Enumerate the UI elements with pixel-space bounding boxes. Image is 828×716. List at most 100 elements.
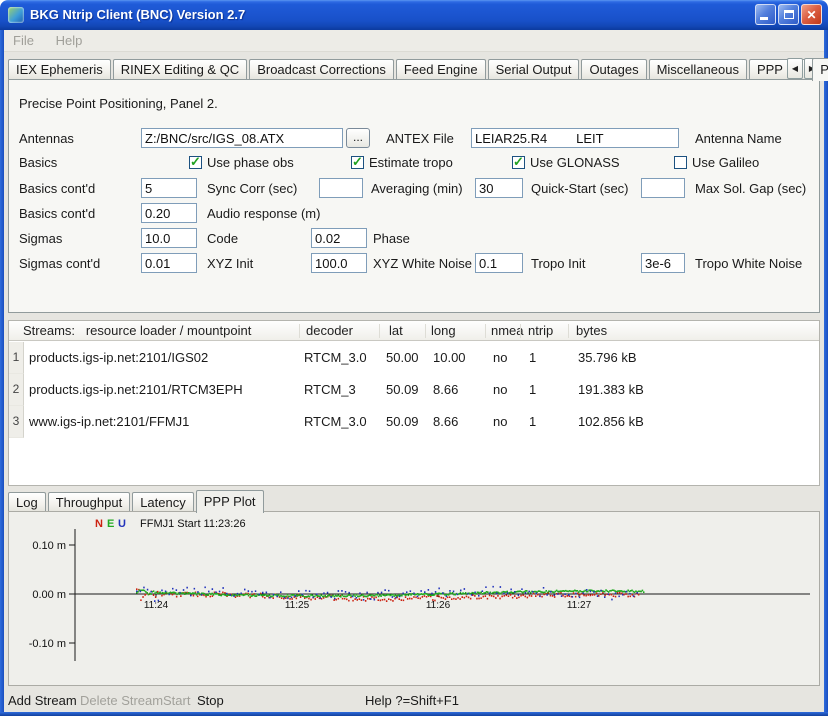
tab-miscellaneous[interactable]: Miscellaneous — [649, 59, 747, 80]
tab-serial-output[interactable]: Serial Output — [488, 59, 580, 80]
menubar: File Help — [4, 30, 824, 52]
tab-rinex-ephemeris[interactable]: IEX Ephemeris — [8, 59, 111, 80]
x-tick-label: 11:25 — [285, 600, 310, 611]
col-header-lat: lat — [389, 323, 403, 338]
max-sol-gap-label: Max Sol. Gap (sec) — [695, 181, 806, 196]
antenna-name-input[interactable] — [471, 128, 679, 148]
audio-response-label: Audio response (m) — [207, 206, 320, 221]
averaging-input[interactable] — [319, 178, 363, 198]
antex-path-input[interactable] — [141, 128, 343, 148]
basics-contd-label: Basics cont'd — [19, 181, 95, 196]
sigmas-label: Sigmas — [19, 231, 62, 246]
stream-row[interactable]: 1 products.igs-ip.net:2101/IGS02 RTCM_3.… — [9, 342, 819, 374]
left-arrow-icon: ◀ — [792, 64, 798, 73]
tab-broadcast-corrections[interactable]: Broadcast Corrections — [249, 59, 394, 80]
ppp-plot-canvas: 0.10 m 0.00 m -0.10 m 11:24 11:25 11:26 … — [9, 512, 819, 685]
menu-file[interactable]: File — [4, 30, 43, 51]
window-title: BKG Ntrip Client (BNC) Version 2.7 — [30, 7, 245, 22]
bottom-tabbar: Log Throughput Latency PPP Plot — [8, 490, 266, 512]
column-separator — [379, 324, 380, 338]
add-stream-button[interactable]: Add Stream — [8, 693, 77, 708]
window-border-right — [824, 28, 828, 716]
sigma-code-input[interactable] — [141, 228, 197, 248]
x-tick-label: 11:27 — [567, 600, 592, 611]
cell-mountpoint: products.igs-ip.net:2101/RTCM3EPH — [29, 374, 243, 406]
estimate-tropo-checkbox[interactable] — [351, 156, 364, 169]
stream-row[interactable]: 3 www.igs-ip.net:2101/FFMJ1 RTCM_3.0 50.… — [9, 406, 819, 438]
start-button[interactable]: Start — [163, 693, 190, 708]
row-number: 1 — [9, 342, 24, 374]
cell-lat: 50.09 — [386, 374, 419, 406]
tropo-init-input[interactable] — [475, 253, 523, 273]
delete-stream-button[interactable]: Delete Stream — [80, 693, 163, 708]
tab-rinex-editing-qc[interactable]: RINEX Editing & QC — [113, 59, 248, 80]
tab-log[interactable]: Log — [8, 492, 46, 512]
col-header-nmea: nmea — [491, 323, 524, 338]
tab-latency[interactable]: Latency — [132, 492, 194, 512]
tab-ppp-2[interactable]: PPP (2) — [812, 58, 828, 81]
col-header-decoder: decoder — [306, 323, 353, 338]
cell-long: 10.00 — [433, 342, 466, 374]
cell-bytes: 191.383 kB — [578, 374, 644, 406]
column-separator — [485, 324, 486, 338]
cell-ntrip: 1 — [529, 342, 536, 374]
close-button[interactable]: ✕ — [801, 4, 822, 25]
cell-decoder: RTCM_3.0 — [304, 342, 367, 374]
tab-feed-engine[interactable]: Feed Engine — [396, 59, 486, 80]
xyz-init-label: XYZ Init — [207, 256, 253, 271]
audio-response-input[interactable] — [141, 203, 197, 223]
sync-corr-input[interactable] — [141, 178, 197, 198]
maximize-button[interactable] — [778, 4, 799, 25]
cell-mountpoint: www.igs-ip.net:2101/FFMJ1 — [29, 406, 189, 438]
y-tick-label: 0.10 m — [32, 540, 66, 552]
quick-start-input[interactable] — [475, 178, 523, 198]
cell-nmea: no — [493, 374, 507, 406]
max-sol-gap-input[interactable] — [641, 178, 685, 198]
use-galileo-checkbox[interactable] — [674, 156, 687, 169]
menu-help[interactable]: Help — [47, 30, 92, 51]
tropo-white-noise-label: Tropo White Noise — [695, 256, 802, 271]
sigma-code-label: Code — [207, 231, 238, 246]
sigma-phase-input[interactable] — [311, 228, 367, 248]
averaging-label: Averaging (min) — [371, 181, 463, 196]
tab-outages[interactable]: Outages — [581, 59, 646, 80]
minimize-icon — [760, 17, 768, 20]
window-border-left — [0, 28, 4, 716]
tropo-white-noise-input[interactable] — [641, 253, 685, 273]
antex-browse-button[interactable]: ... — [346, 128, 370, 148]
streams-table-header: Streams: resource loader / mountpoint de… — [9, 321, 819, 341]
streams-table: Streams: resource loader / mountpoint de… — [8, 320, 820, 486]
tab-ppp-plot[interactable]: PPP Plot — [196, 490, 264, 513]
cell-bytes: 102.856 kB — [578, 406, 644, 438]
xyz-white-noise-input[interactable] — [311, 253, 367, 273]
cell-lat: 50.09 — [386, 406, 419, 438]
use-phase-obs-checkbox[interactable] — [189, 156, 202, 169]
sigmas-contd-label: Sigmas cont'd — [19, 256, 100, 271]
titlebar[interactable]: BKG Ntrip Client (BNC) Version 2.7 ✕ — [0, 0, 828, 30]
sigma-phase-label: Phase — [373, 231, 410, 246]
xyz-white-noise-label: XYZ White Noise — [373, 256, 472, 271]
cell-decoder: RTCM_3 — [304, 374, 356, 406]
cell-nmea: no — [493, 342, 507, 374]
stop-button[interactable]: Stop — [197, 693, 224, 708]
close-icon: ✕ — [806, 9, 816, 21]
panel-caption: Precise Point Positioning, Panel 2. — [19, 96, 218, 111]
use-phase-obs-label: Use phase obs — [207, 155, 294, 170]
ppp2-panel: Precise Point Positioning, Panel 2. Ante… — [8, 79, 820, 313]
cell-long: 8.66 — [433, 406, 458, 438]
tab-throughput[interactable]: Throughput — [48, 492, 131, 512]
x-tick-label: 11:26 — [426, 600, 451, 611]
ppp-plot-panel: N E U FFMJ1 Start 11:23:26 0.10 m 0.00 m… — [8, 511, 820, 686]
minimize-button[interactable] — [755, 4, 776, 25]
sync-corr-label: Sync Corr (sec) — [207, 181, 297, 196]
cell-long: 8.66 — [433, 374, 458, 406]
tab-scroll-left-button[interactable]: ◀ — [787, 58, 803, 79]
stream-row[interactable]: 2 products.igs-ip.net:2101/RTCM3EPH RTCM… — [9, 374, 819, 406]
bottom-toolbar: Add Stream Delete Stream Start Stop Help… — [8, 690, 820, 712]
window-controls: ✕ — [755, 4, 822, 25]
help-shortcut-label: Help ?=Shift+F1 — [365, 693, 459, 708]
cell-nmea: no — [493, 406, 507, 438]
use-glonass-checkbox[interactable] — [512, 156, 525, 169]
x-tick-label: 11:24 — [144, 600, 169, 611]
xyz-init-input[interactable] — [141, 253, 197, 273]
